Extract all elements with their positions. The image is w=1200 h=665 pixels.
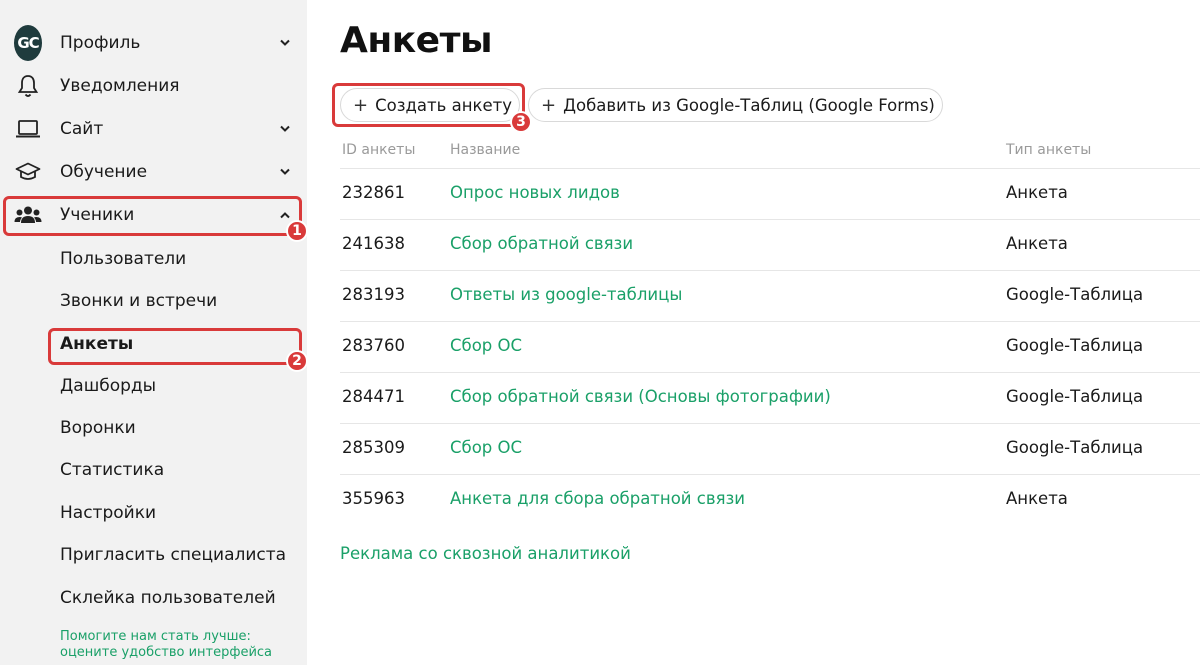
feedback-line-1: Помогите нам стать лучше: [60, 629, 251, 644]
form-id: 232861 [342, 183, 405, 202]
highlight-box-students [3, 196, 302, 236]
bell-icon [14, 72, 42, 100]
step-badge-3: 3 [510, 111, 532, 133]
sidebar-subitem-invite-specialist[interactable]: Пригласить специалиста [60, 544, 286, 566]
form-name-link[interactable]: Сбор ОС [450, 438, 522, 457]
sidebar-subitem-statistics[interactable]: Статистика [60, 459, 164, 481]
form-id: 285309 [342, 438, 405, 457]
form-type: Google-Таблица [1006, 387, 1144, 406]
sidebar-item-label: Обучение [60, 162, 148, 182]
table-row: 283760 Сбор ОС Google-Таблица [340, 321, 1200, 372]
column-header-type: Тип анкеты [1006, 142, 1092, 158]
form-type: Анкета [1006, 234, 1068, 253]
chevron-down-icon [278, 122, 292, 136]
form-type: Google-Таблица [1006, 336, 1144, 355]
sidebar-subitem-merge-users[interactable]: Склейка пользователей [60, 587, 276, 609]
form-name-link[interactable]: Сбор обратной связи (Основы фотографии) [450, 387, 831, 406]
form-name-link[interactable]: Ответы из google-таблицы [450, 285, 682, 304]
sidebar-item-learning[interactable]: Обучение [0, 152, 307, 192]
plus-icon: + [541, 94, 557, 116]
step-badge-1: 1 [286, 220, 308, 242]
table-row: 241638 Сбор обратной связи Анкета [340, 219, 1200, 270]
feedback-line-2: оцените удобство интерфейса [60, 645, 273, 660]
table-row: 285309 Сбор ОС Google-Таблица [340, 423, 1200, 474]
form-id: 355963 [342, 489, 405, 508]
table-row: 284471 Сбор обратной связи (Основы фотог… [340, 372, 1200, 423]
table-row: 232861 Опрос новых лидов Анкета [340, 168, 1200, 219]
logo-text: GC [14, 25, 42, 61]
form-id: 283193 [342, 285, 405, 304]
form-name-link[interactable]: Опрос новых лидов [450, 183, 620, 202]
form-name-link[interactable]: Анкета для сбора обратной связи [450, 489, 745, 508]
sidebar-subitem-funnels[interactable]: Воронки [60, 417, 136, 439]
form-id: 283760 [342, 336, 405, 355]
step-badge-2: 2 [286, 350, 308, 372]
sidebar-subitem-users[interactable]: Пользователи [60, 248, 186, 270]
page-title: Анкеты [340, 20, 493, 61]
form-type: Анкета [1006, 489, 1068, 508]
form-type: Анкета [1006, 183, 1068, 202]
sidebar-item-notifications[interactable]: Уведомления [0, 66, 307, 106]
table-row: 283193 Ответы из google-таблицы Google-Т… [340, 270, 1200, 321]
form-id: 284471 [342, 387, 405, 406]
sidebar-item-label: Уведомления [60, 76, 180, 96]
sidebar-item-label: Сайт [60, 119, 104, 139]
highlight-box-create [332, 83, 525, 127]
sidebar-subitem-calls[interactable]: Звонки и встречи [60, 290, 217, 312]
feedback-link[interactable]: Помогите нам стать лучше: оцените удобст… [60, 629, 272, 661]
column-header-name: Название [450, 142, 521, 158]
sidebar-subitem-settings[interactable]: Настройки [60, 502, 156, 524]
sidebar-item-label: Профиль [60, 33, 141, 53]
form-id: 241638 [342, 234, 405, 253]
ads-analytics-link[interactable]: Реклама со сквозной аналитикой [340, 544, 631, 563]
form-name-link[interactable]: Сбор ОС [450, 336, 522, 355]
form-type: Google-Таблица [1006, 285, 1144, 304]
chevron-down-icon [278, 36, 292, 50]
sidebar-item-profile[interactable]: GC Профиль [0, 23, 307, 63]
form-type: Google-Таблица [1006, 438, 1144, 457]
laptop-icon [14, 115, 42, 143]
gc-logo: GC [14, 25, 42, 61]
chevron-down-icon [278, 165, 292, 179]
column-header-id: ID анкеты [342, 142, 416, 158]
sidebar-subitem-dashboards[interactable]: Дашборды [60, 375, 156, 397]
form-name-link[interactable]: Сбор обратной связи [450, 234, 633, 253]
graduation-cap-icon [14, 158, 42, 186]
import-google-forms-button-label: Добавить из Google-Таблиц (Google Forms) [563, 95, 935, 115]
highlight-box-forms [48, 328, 302, 365]
sidebar-item-site[interactable]: Сайт [0, 109, 307, 149]
import-google-forms-button[interactable]: + Добавить из Google-Таблиц (Google Form… [528, 88, 943, 122]
table-row: 355963 Анкета для сбора обратной связи А… [340, 474, 1200, 525]
